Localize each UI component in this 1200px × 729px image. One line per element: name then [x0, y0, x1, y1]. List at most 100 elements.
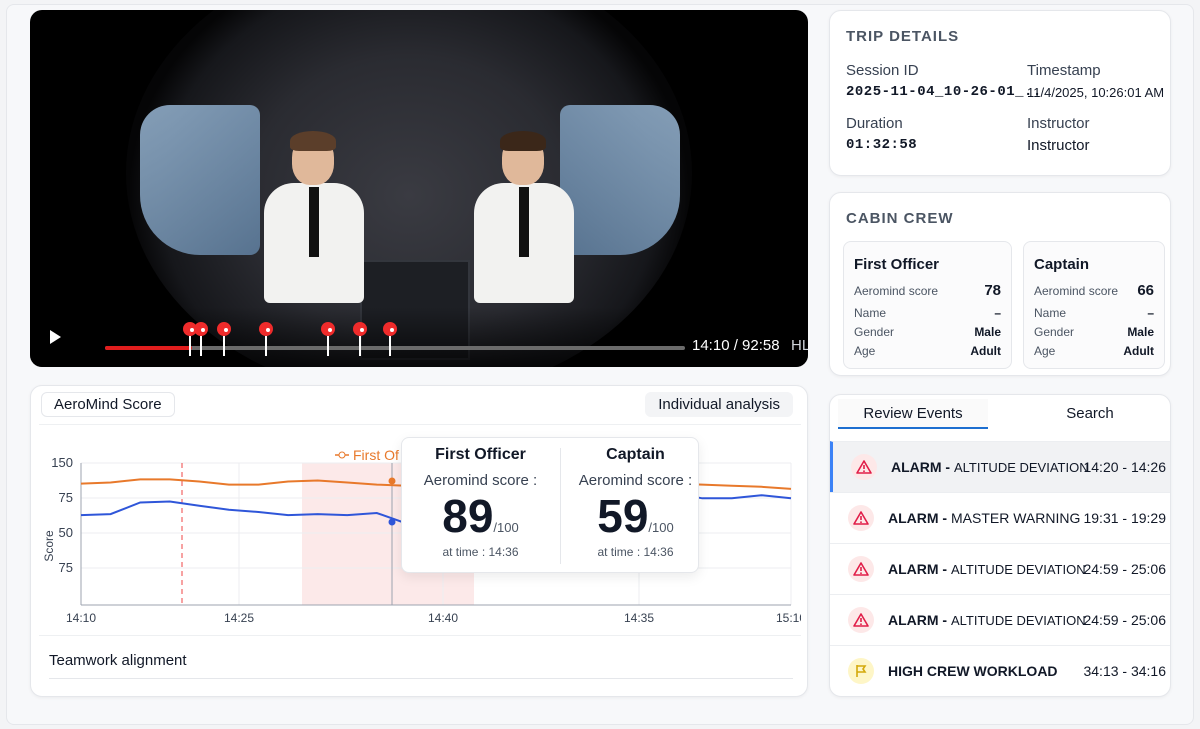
event-name: ALTITUDE DEVIATION: [951, 613, 1086, 628]
name-label: Name: [1034, 306, 1067, 320]
crew-role: First Officer: [854, 256, 940, 273]
legend-label: First Of: [353, 447, 399, 463]
tab-search[interactable]: Search: [1010, 405, 1170, 422]
event-row[interactable]: ALARM - ALTITUDE DEVIATION 14:20 - 14:26: [830, 441, 1170, 492]
event-row[interactable]: ALARM - ALTITUDE DEVIATION 24:59 - 25:06: [830, 543, 1170, 594]
crew-member-captain[interactable]: Captain Aeromind score 66 Name – Gender Mal…: [1023, 241, 1165, 369]
y-tick-label: 75: [59, 560, 73, 575]
event-marker[interactable]: [217, 322, 231, 358]
event-marker[interactable]: [353, 322, 367, 358]
hover-point: [388, 518, 396, 526]
name-label: Name: [854, 306, 887, 320]
age-label: Age: [854, 344, 876, 358]
tooltip-role: First Officer: [435, 446, 526, 463]
event-type: ALARM -: [888, 612, 948, 628]
play-icon[interactable]: [50, 330, 61, 344]
x-tick-label: 14:35: [624, 611, 654, 625]
event-marker[interactable]: [383, 322, 397, 358]
tab-review-events[interactable]: Review Events: [838, 405, 988, 422]
event-label: HIGH CREW WORKLOAD: [888, 663, 1058, 679]
event-name: HIGH CREW WORKLOAD: [888, 663, 1058, 679]
duration-value: 01:32:58: [846, 137, 918, 153]
tooltip-score: 59: [597, 490, 649, 542]
seek-progress: [105, 346, 192, 350]
aeromind-score-tab[interactable]: AeroMind Score: [41, 392, 175, 417]
warning-icon: [851, 454, 877, 480]
age-label: Age: [1034, 344, 1056, 358]
tooltip-first-officer: First Officer Aeromind score : 89/100 at…: [406, 438, 555, 574]
crew-score: 78: [984, 282, 1001, 299]
cabin-crew-card: CABIN CREW First Officer Aeromind score 7…: [829, 192, 1171, 376]
crew-gender: Male: [1127, 325, 1154, 339]
event-label: ALARM - ALTITUDE DEVIATION: [888, 561, 1086, 577]
event-type: ALARM -: [891, 459, 951, 475]
x-tick-label: 15:10: [776, 611, 801, 625]
hover-point: [388, 477, 396, 485]
y-tick-label: 50: [59, 525, 73, 540]
event-time: 24:59 - 25:06: [1083, 612, 1166, 628]
warning-icon: [848, 607, 874, 633]
y-tick-label: 75: [59, 490, 73, 505]
gender-label: Gender: [1034, 325, 1075, 339]
event-row[interactable]: ALARM - MASTER WARNING 19:31 - 19:29: [830, 492, 1170, 543]
flag-icon: [848, 658, 874, 684]
x-tick-label: 14:25: [224, 611, 254, 625]
tooltip-score-label: Aeromind score :: [423, 472, 538, 489]
crew-gender: Male: [974, 325, 1001, 339]
event-name: MASTER WARNING: [951, 510, 1081, 526]
events-panel: Review Events Search ALARM - ALTITUDE DE…: [829, 394, 1171, 697]
timestamp-label: Timestamp: [1027, 62, 1101, 79]
video-player[interactable]: 14:10 / 92:58 HLS: [30, 10, 808, 367]
video-time: 14:10 / 92:58: [692, 337, 780, 354]
tooltip-score: 89: [442, 490, 494, 542]
teamwork-alignment-label: Teamwork alignment: [49, 652, 187, 669]
tooltip-time: at time : 14:36: [597, 545, 674, 559]
instructor-label: Instructor: [1027, 115, 1090, 132]
trip-details-title: TRIP DETAILS: [846, 28, 960, 45]
event-marker[interactable]: [194, 322, 208, 358]
session-id-label: Session ID: [846, 62, 919, 79]
event-row[interactable]: HIGH CREW WORKLOAD 34:13 - 34:16: [830, 645, 1170, 696]
session-id-value: 2025-11-04_10-26-01_..: [846, 84, 1042, 100]
event-name: ALTITUDE DEVIATION: [951, 562, 1086, 577]
event-type: ALARM -: [888, 561, 948, 577]
chart-tooltip: First Officer Aeromind score : 89/100 at…: [401, 437, 699, 573]
crew-age: Adult: [970, 344, 1001, 358]
event-label: ALARM - ALTITUDE DEVIATION: [888, 612, 1086, 628]
crew-score: 66: [1137, 282, 1154, 299]
tooltip-score-max: /100: [648, 520, 674, 535]
duration-label: Duration: [846, 115, 903, 132]
event-time: 34:13 - 34:16: [1083, 663, 1166, 679]
teamwork-divider: [49, 678, 793, 679]
events-tabs: Review Events Search: [830, 395, 1170, 431]
stream-type: HLS: [791, 337, 808, 354]
timestamp-value: 11/4/2025, 10:26:01 AM: [1027, 85, 1165, 100]
crew-role: Captain: [1034, 256, 1090, 273]
event-label: ALARM - ALTITUDE DEVIATION: [891, 459, 1089, 475]
event-type: ALARM -: [888, 510, 948, 526]
event-time: 14:20 - 14:26: [1083, 459, 1166, 475]
warning-icon: [848, 556, 874, 582]
event-name: ALTITUDE DEVIATION: [954, 460, 1089, 475]
first-officer-figure: [250, 131, 380, 305]
y-axis-label: Score: [42, 530, 56, 562]
individual-analysis-button[interactable]: Individual analysis: [645, 392, 793, 417]
score-label: Aeromind score: [1034, 284, 1119, 298]
legend-marker: [338, 451, 346, 459]
trip-details-card: TRIP DETAILS Session ID 2025-11-04_10-26…: [829, 10, 1171, 176]
tooltip-captain: Captain Aeromind score : 59/100 at time …: [561, 438, 710, 574]
y-tick-label: 150: [51, 455, 73, 470]
tooltip-score-max: /100: [493, 520, 519, 535]
event-marker[interactable]: [259, 322, 273, 358]
x-tick-label: 14:10: [66, 611, 96, 625]
gender-label: Gender: [854, 325, 895, 339]
event-marker[interactable]: [321, 322, 335, 358]
warning-icon: [848, 505, 874, 531]
x-tick-label: 14:40: [428, 611, 458, 625]
instructor-value: Instructor: [1027, 137, 1090, 154]
event-row[interactable]: ALARM - ALTITUDE DEVIATION 24:59 - 25:06: [830, 594, 1170, 645]
event-time: 19:31 - 19:29: [1083, 510, 1166, 526]
crew-member-first-officer[interactable]: First Officer Aeromind score 78 Name – Gen…: [843, 241, 1012, 369]
event-time: 24:59 - 25:06: [1083, 561, 1166, 577]
crew-name: –: [1147, 306, 1154, 320]
